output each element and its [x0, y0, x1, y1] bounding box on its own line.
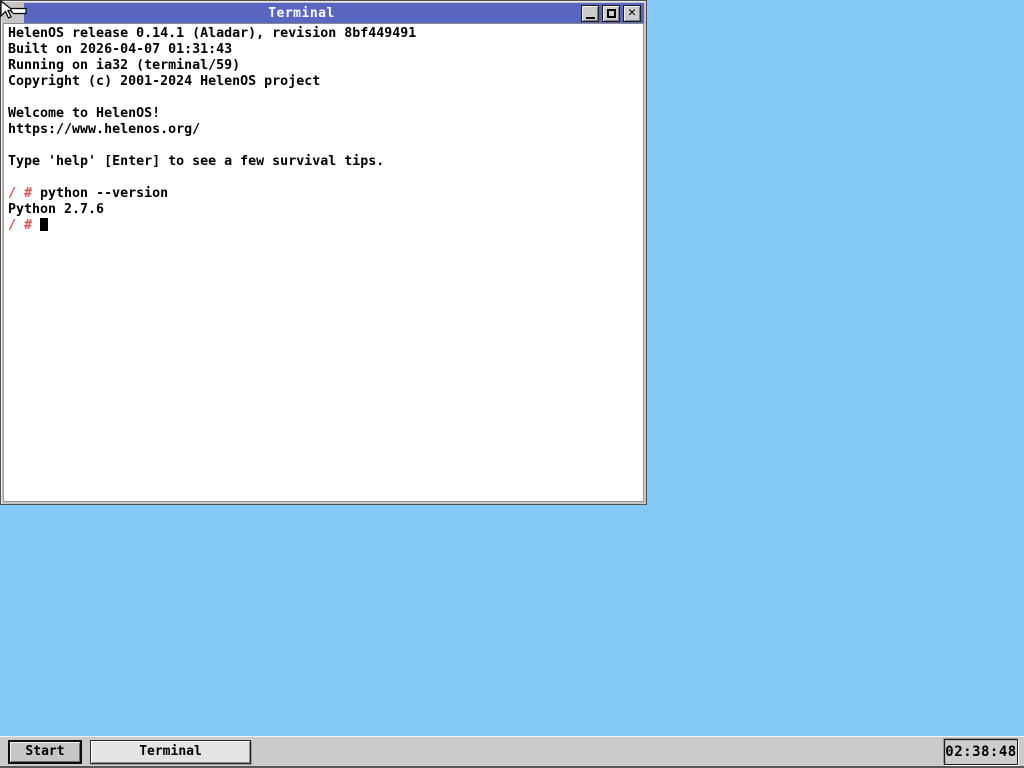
output-text: Type 'help' [Enter] to see a few surviva… [8, 154, 385, 169]
start-button[interactable]: Start [8, 739, 82, 764]
sysmenu-button[interactable] [3, 3, 24, 23]
minimize-button[interactable] [581, 4, 599, 22]
maximize-button[interactable] [602, 4, 620, 22]
terminal-line: / # python --version [8, 186, 643, 202]
terminal-lines: HelenOS release 0.14.1 (Aladar), revisio… [8, 26, 643, 234]
close-icon: ✕ [628, 4, 636, 20]
output-text: Built on 2026-04-07 01:31:43 [8, 42, 233, 57]
terminal-line: Type 'help' [Enter] to see a few surviva… [8, 154, 643, 170]
close-button[interactable]: ✕ [623, 4, 641, 22]
output-text: Welcome to HelenOS! [8, 106, 161, 121]
taskbar: Start Terminal 02:38:48 [0, 736, 1024, 768]
terminal-line: Python 2.7.6 [8, 202, 643, 218]
output-text: Copyright (c) 2001-2024 HelenOS project [8, 74, 321, 89]
maximize-icon [606, 8, 616, 18]
titlebar-drag-area[interactable]: Terminal [24, 3, 579, 23]
taskbar-item-terminal[interactable]: Terminal [90, 739, 251, 764]
start-button-label: Start [25, 744, 65, 759]
prompt-text: / # [8, 186, 41, 201]
output-text: HelenOS release 0.14.1 (Aladar), revisio… [8, 26, 417, 41]
taskbar-clock: 02:38:48 [944, 738, 1018, 765]
terminal-line: Copyright (c) 2001-2024 HelenOS project [8, 74, 643, 90]
terminal-window: Terminal ✕ HelenOS release 0.14.1 (Alada… [0, 0, 647, 505]
terminal-cursor [40, 218, 49, 231]
terminal-line: Running on ia32 (terminal/59) [8, 58, 643, 74]
window-controls: ✕ [579, 3, 644, 23]
output-text: Running on ia32 (terminal/59) [8, 58, 241, 73]
window-title: Terminal [268, 5, 335, 21]
desktop: { "colors": { "desktop_bg": "#82c9f7", "… [0, 0, 1024, 768]
terminal-output-area[interactable]: HelenOS release 0.14.1 (Aladar), revisio… [3, 23, 644, 502]
terminal-line: Welcome to HelenOS! [8, 106, 643, 122]
terminal-line: HelenOS release 0.14.1 (Aladar), revisio… [8, 26, 643, 42]
window-titlebar[interactable]: Terminal ✕ [3, 3, 644, 23]
output-text: Python 2.7.6 [8, 202, 105, 217]
taskbar-item-label: Terminal [139, 744, 202, 759]
terminal-line: https://www.helenos.org/ [8, 122, 643, 138]
output-text: python --version [40, 186, 169, 201]
minimize-icon [585, 17, 595, 19]
prompt-text: / # [8, 218, 41, 233]
output-text: https://www.helenos.org/ [8, 122, 201, 137]
terminal-line: Built on 2026-04-07 01:31:43 [8, 42, 643, 58]
terminal-line: / # [8, 218, 643, 234]
clock-time: 02:38:48 [945, 743, 1017, 760]
